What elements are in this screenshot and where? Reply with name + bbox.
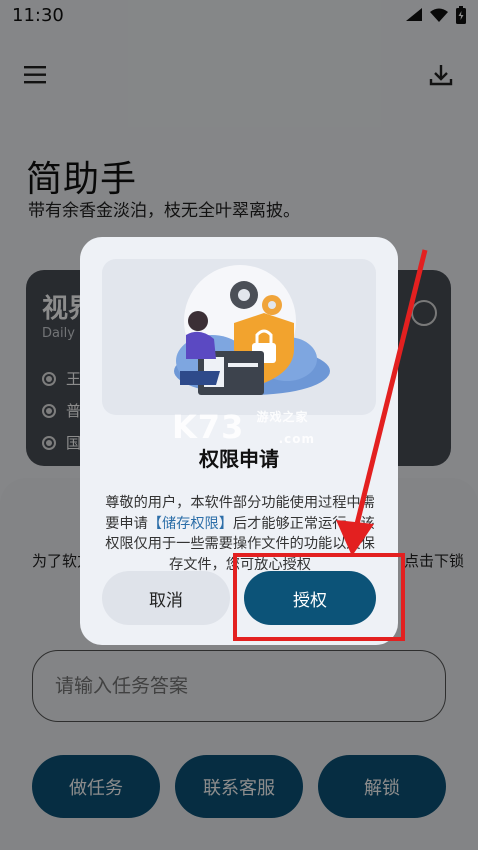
security-illustration [102, 259, 376, 415]
watermark-site: 游戏之家 [256, 410, 309, 424]
site-watermark: K73 游戏之家 .com [172, 408, 315, 446]
dialog-title: 权限申请 [199, 447, 279, 471]
annotation-highlight-box [233, 553, 405, 641]
watermark-logo: K73 [172, 408, 245, 446]
cancel-button[interactable]: 取消 [102, 571, 230, 625]
watermark-domain: .com [278, 432, 316, 446]
storage-permission-label: 【储存权限】 [147, 515, 233, 532]
security-lock-illustration [174, 265, 330, 395]
